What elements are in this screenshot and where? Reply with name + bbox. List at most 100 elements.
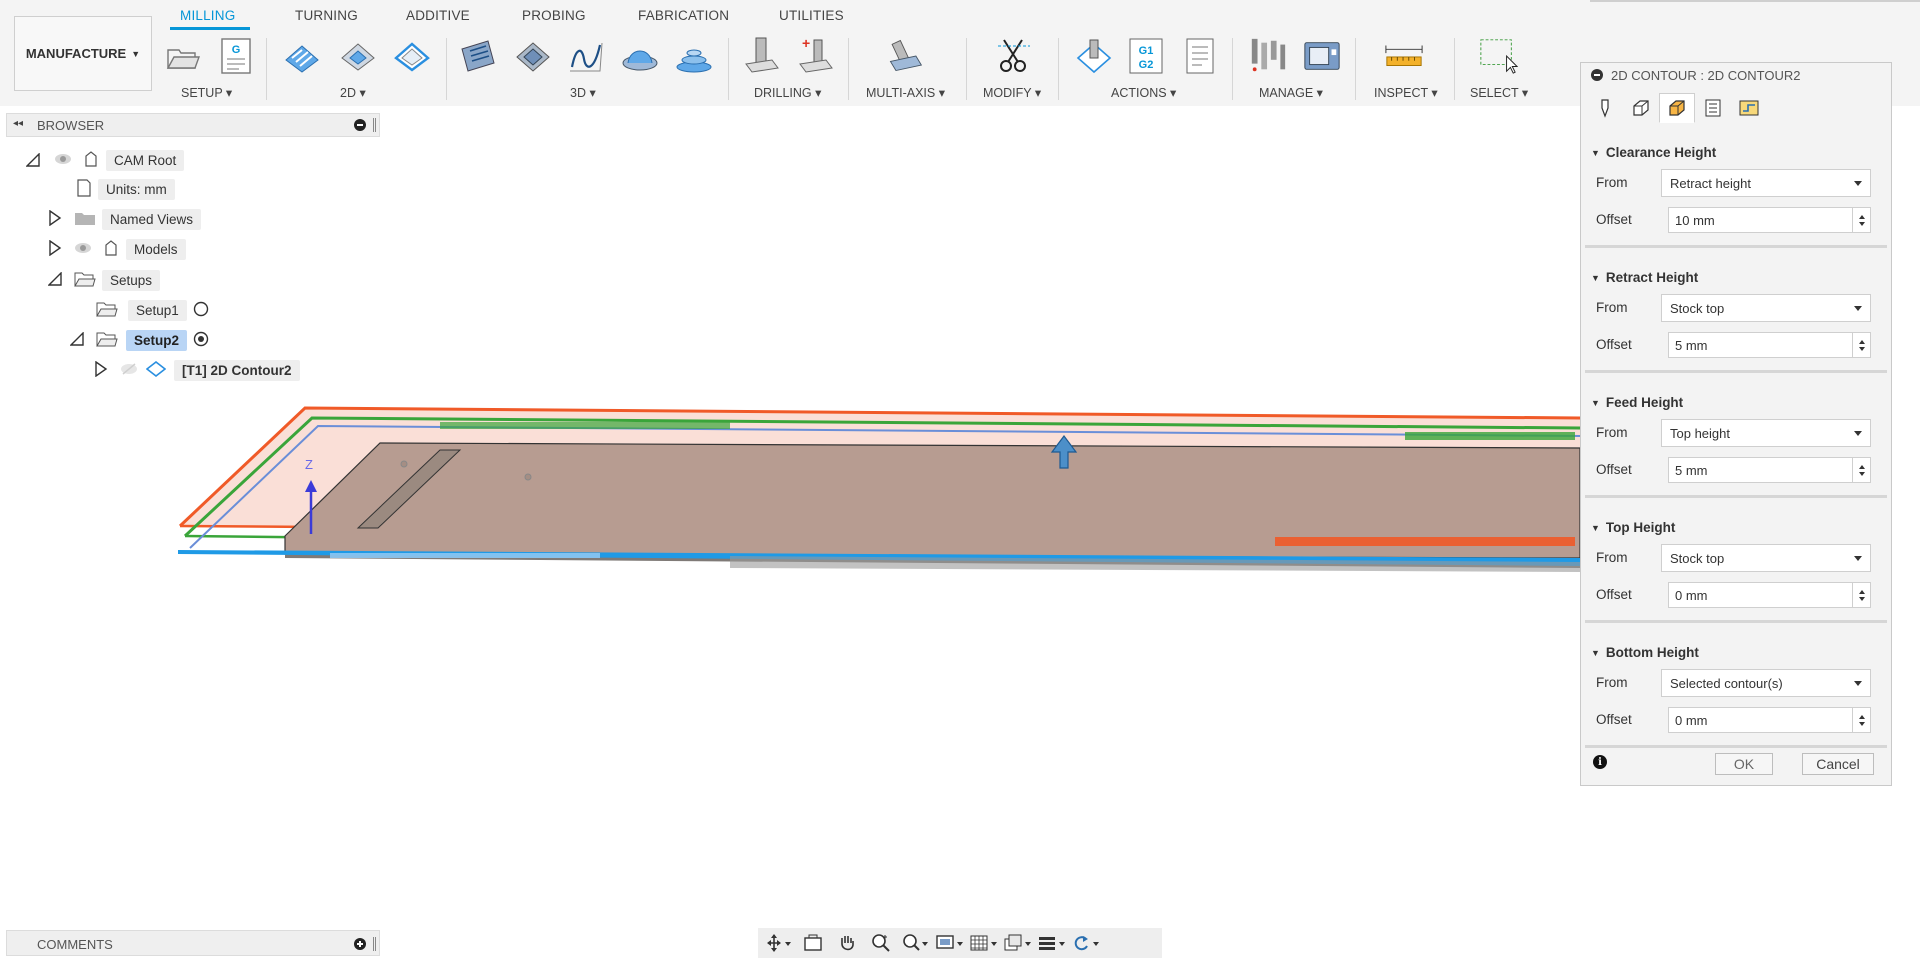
select-window-icon[interactable]	[1478, 36, 1518, 76]
offset-input[interactable]: 5 mm	[1668, 332, 1871, 358]
panel-resize-handle[interactable]	[373, 937, 376, 951]
tree-item-units[interactable]: Units: mm	[76, 177, 175, 201]
comments-panel[interactable]: COMMENTS	[6, 930, 380, 956]
collapse-triangle-icon[interactable]	[25, 152, 40, 167]
drill-icon[interactable]	[742, 36, 782, 76]
offset-input[interactable]: 0 mm	[1668, 582, 1871, 608]
3d-scallop-icon[interactable]	[620, 36, 660, 76]
expand-triangle-icon[interactable]	[48, 239, 62, 259]
expand-triangle-icon[interactable]	[94, 360, 108, 380]
zoom-icon[interactable]	[866, 931, 896, 955]
tab-fabrication[interactable]: FABRICATION	[638, 8, 729, 23]
3d-adaptive-icon[interactable]	[458, 36, 498, 76]
stepper-icon[interactable]	[1852, 333, 1870, 357]
3d-pocket-icon[interactable]	[513, 36, 553, 76]
display-settings-icon[interactable]	[934, 931, 964, 955]
activate-radio-icon[interactable]	[193, 301, 209, 320]
collapse-triangle-icon[interactable]	[69, 330, 84, 349]
tree-item-cam-root[interactable]: CAM Root	[25, 148, 185, 172]
tree-item-setup2[interactable]: Setup2	[69, 328, 209, 352]
tab-linking-icon[interactable]	[1731, 93, 1767, 123]
offset-input[interactable]: 10 mm	[1668, 207, 1871, 233]
multi-axis-icon[interactable]	[885, 36, 925, 76]
tab-tool-icon[interactable]	[1587, 93, 1623, 123]
2d-adaptive-icon[interactable]	[282, 36, 322, 76]
tab-additive[interactable]: ADDITIVE	[406, 8, 470, 23]
from-dropdown[interactable]: Retract height	[1661, 169, 1871, 197]
tab-probing[interactable]: PROBING	[522, 8, 586, 23]
workspace-switcher[interactable]: MANUFACTURE ▼	[14, 16, 152, 91]
section-collapse-icon[interactable]: ▼	[1591, 648, 1600, 658]
section-header[interactable]: ▼ Retract Height	[1591, 270, 1698, 285]
info-icon[interactable]: i	[1593, 755, 1607, 769]
from-dropdown[interactable]: Selected contour(s)	[1661, 669, 1871, 697]
3d-contour-icon[interactable]	[674, 36, 714, 76]
from-dropdown[interactable]: Top height	[1661, 419, 1871, 447]
refresh-icon[interactable]	[1070, 931, 1100, 955]
offset-input[interactable]: 5 mm	[1668, 457, 1871, 483]
tab-milling[interactable]: MILLING	[180, 8, 235, 23]
group-setup[interactable]: SETUP ▾	[181, 85, 232, 100]
setup-folder-icon[interactable]	[163, 36, 203, 76]
group-actions[interactable]: ACTIONS ▾	[1111, 85, 1176, 100]
section-collapse-icon[interactable]: ▼	[1591, 273, 1600, 283]
tab-turning[interactable]: TURNING	[295, 8, 358, 23]
orbit-move-icon[interactable]	[764, 931, 794, 955]
group-modify[interactable]: MODIFY ▾	[983, 85, 1041, 100]
viewports-icon[interactable]	[1002, 931, 1032, 955]
group-manage[interactable]: MANAGE ▾	[1259, 85, 1323, 100]
section-header[interactable]: ▼ Top Height	[1591, 520, 1675, 535]
pan-hand-icon[interactable]	[832, 931, 862, 955]
tab-passes-icon[interactable]	[1695, 93, 1731, 123]
2d-pocket-icon[interactable]	[338, 36, 378, 76]
stepper-icon[interactable]	[1852, 458, 1870, 482]
eye-icon[interactable]	[74, 242, 92, 257]
environment-icon[interactable]	[1036, 931, 1066, 955]
ok-button[interactable]: OK	[1715, 753, 1773, 775]
tab-utilities[interactable]: UTILITIES	[779, 8, 844, 23]
minus-circle-icon[interactable]	[354, 119, 366, 131]
simulate-icon[interactable]	[1074, 36, 1114, 76]
3d-viewport[interactable]: Z	[0, 106, 1920, 926]
2d-contour-icon[interactable]	[392, 36, 432, 76]
group-inspect[interactable]: INSPECT ▾	[1374, 85, 1438, 100]
hole-recognition-icon[interactable]: +	[796, 36, 836, 76]
dialog-title-bar[interactable]: 2D CONTOUR : 2D CONTOUR2	[1581, 63, 1891, 87]
measure-icon[interactable]	[1384, 36, 1424, 76]
expand-triangle-icon[interactable]	[48, 209, 62, 229]
section-header[interactable]: ▼ Feed Height	[1591, 395, 1683, 410]
panel-resize-handle[interactable]	[373, 118, 376, 132]
3d-parallel-icon[interactable]	[566, 36, 606, 76]
from-dropdown[interactable]: Stock top	[1661, 294, 1871, 322]
tree-item-setup1[interactable]: Setup1	[96, 298, 209, 322]
collapse-dialog-icon[interactable]	[1591, 69, 1603, 81]
eye-icon[interactable]	[54, 153, 72, 168]
group-2d[interactable]: 2D ▾	[340, 85, 366, 100]
nc-program-icon[interactable]: G	[216, 36, 256, 76]
group-3d[interactable]: 3D ▾	[570, 85, 596, 100]
tree-item-2d-contour2[interactable]: [T1] 2D Contour2	[94, 358, 300, 382]
scissors-icon[interactable]	[994, 36, 1034, 76]
stepper-icon[interactable]	[1852, 583, 1870, 607]
stepper-icon[interactable]	[1852, 708, 1870, 732]
section-collapse-icon[interactable]: ▼	[1591, 523, 1600, 533]
group-multi-axis[interactable]: MULTI-AXIS ▾	[866, 85, 945, 100]
collapse-left-icon[interactable]: ◂◂	[13, 118, 23, 129]
collapse-triangle-icon[interactable]	[47, 270, 62, 289]
tab-geometry-icon[interactable]	[1623, 93, 1659, 123]
hidden-eye-icon[interactable]	[120, 362, 138, 379]
tree-item-models[interactable]: Models	[48, 237, 186, 261]
from-dropdown[interactable]: Stock top	[1661, 544, 1871, 572]
tree-item-named-views[interactable]: Named Views	[48, 207, 202, 231]
stepper-icon[interactable]	[1852, 208, 1870, 232]
setup-sheet-icon[interactable]	[1180, 36, 1220, 76]
section-collapse-icon[interactable]: ▼	[1591, 398, 1600, 408]
tool-library-icon[interactable]	[1248, 36, 1288, 76]
machine-library-icon[interactable]	[1302, 36, 1342, 76]
tab-heights-icon[interactable]	[1659, 93, 1695, 123]
plus-circle-icon[interactable]	[354, 938, 366, 950]
group-select[interactable]: SELECT ▾	[1470, 85, 1528, 100]
model-canvas[interactable]: Z	[0, 106, 1920, 926]
browser-panel-header[interactable]: ◂◂ BROWSER	[6, 113, 380, 137]
cancel-button[interactable]: Cancel	[1802, 753, 1874, 775]
